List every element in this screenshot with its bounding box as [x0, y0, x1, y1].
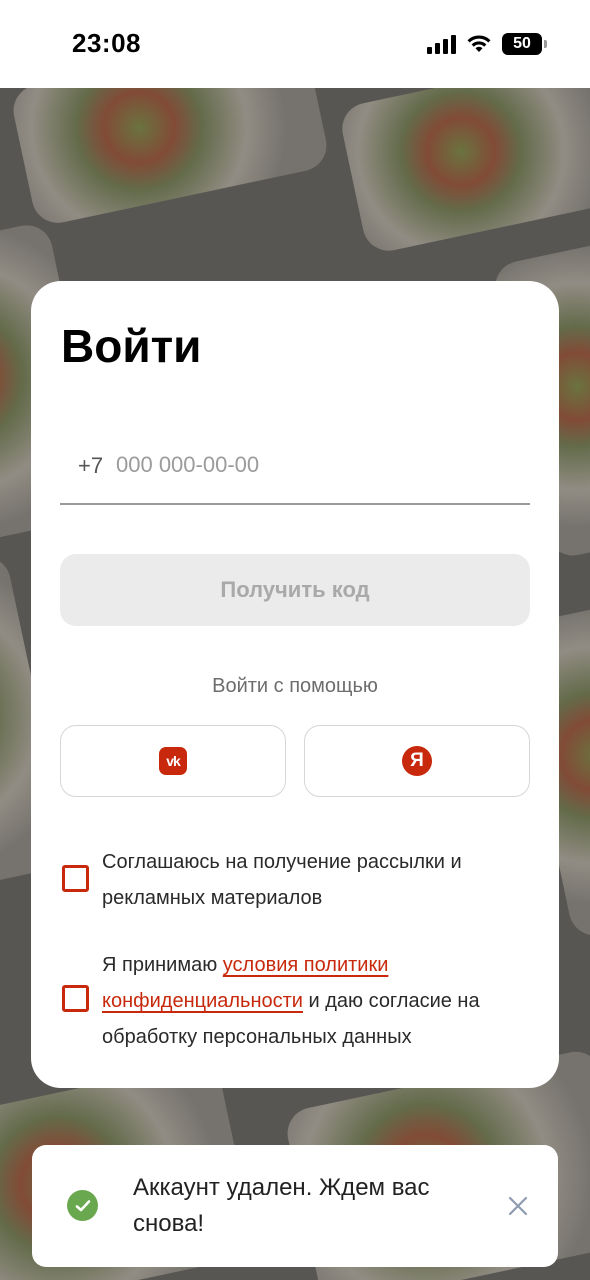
- check-circle-icon: [67, 1190, 98, 1221]
- status-time: 23:08: [72, 28, 141, 58]
- battery-icon: 50: [502, 33, 547, 55]
- phone-field[interactable]: +7: [60, 433, 530, 505]
- marketing-consent-text: Соглашаюсь на получение рассылки и рекла…: [102, 851, 462, 909]
- status-icons: 50: [427, 32, 547, 56]
- privacy-consent-text: Я принимаю условия политики конфиденциал…: [102, 947, 532, 1055]
- wifi-icon: [467, 35, 491, 52]
- status-bar: 23:08 50: [0, 0, 590, 88]
- login-with-label: Войти с помощью: [212, 675, 378, 697]
- vk-icon: vk: [159, 747, 187, 775]
- toast-notification: Аккаунт удален. Ждем вас снова!: [32, 1145, 558, 1267]
- signal-icon: [427, 34, 456, 54]
- phone-prefix: +7: [78, 453, 104, 478]
- privacy-text-before: Я принимаю: [102, 954, 223, 976]
- phone-input[interactable]: [116, 447, 496, 483]
- yandex-icon: Я: [402, 746, 432, 776]
- yandex-login-button[interactable]: Я: [304, 725, 530, 797]
- toast-message: Аккаунт удален. Ждем вас снова!: [133, 1174, 430, 1237]
- login-card: Войти +7 Получить код Войти с помощью vk…: [31, 281, 559, 1088]
- privacy-consent-checkbox[interactable]: [62, 985, 89, 1012]
- marketing-consent-checkbox[interactable]: [62, 865, 89, 892]
- close-icon[interactable]: [502, 1190, 534, 1222]
- get-code-button[interactable]: Получить код: [60, 554, 530, 626]
- vk-login-button[interactable]: vk: [60, 725, 286, 797]
- page-title: Войти: [61, 320, 202, 372]
